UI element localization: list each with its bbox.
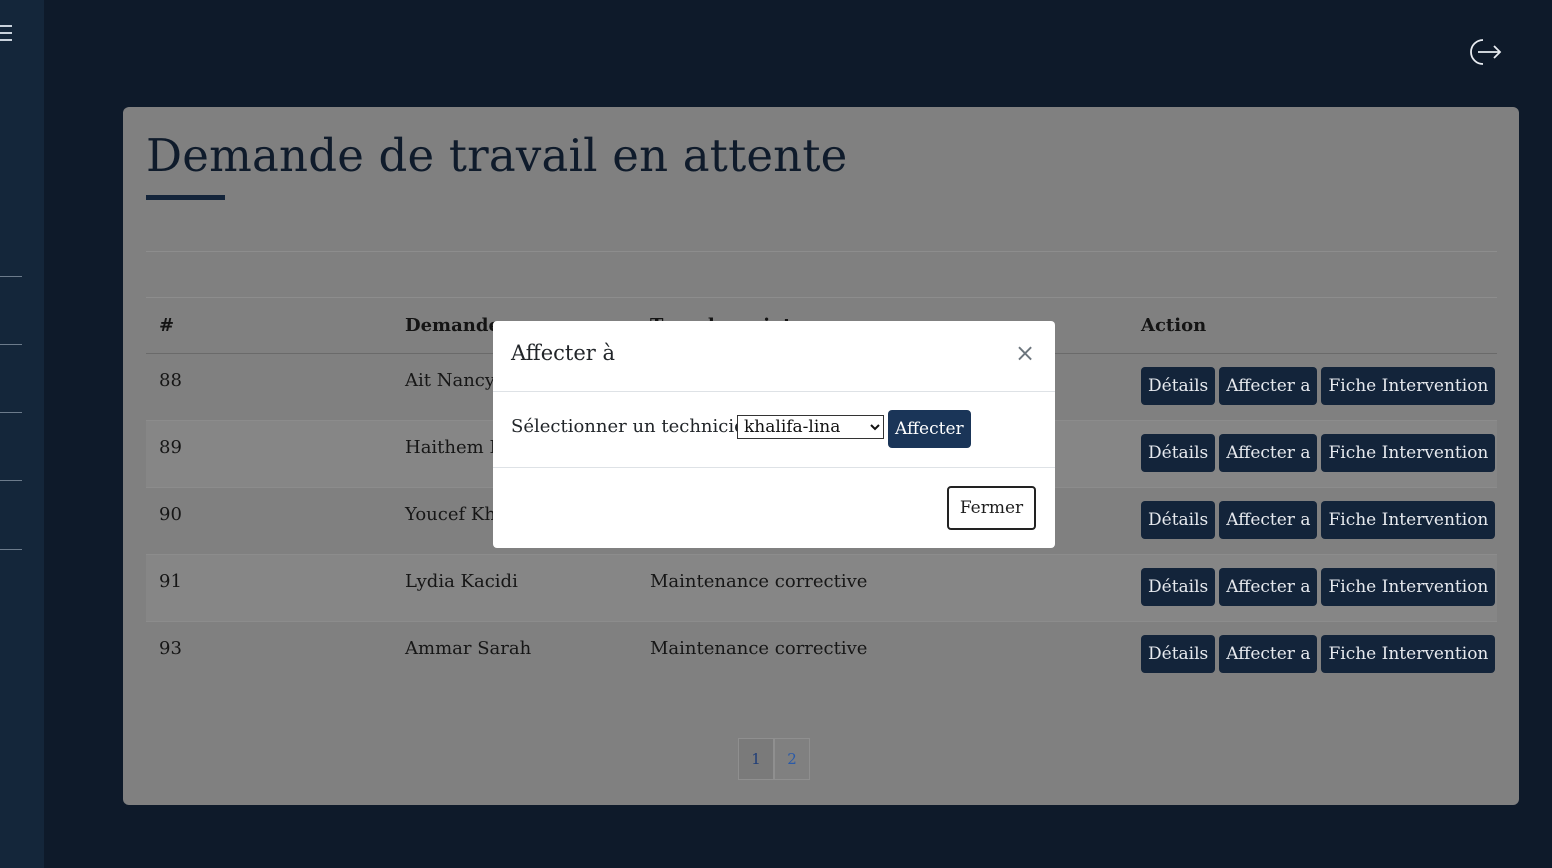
modal-title: Affecter à: [511, 341, 616, 365]
modal-body: Sélectionner un technicien : khalifa-lin…: [493, 392, 1055, 468]
technician-select-label: Sélectionner un technicien :: [511, 416, 769, 437]
modal-header: Affecter à ×: [493, 321, 1055, 392]
assign-modal: Affecter à × Sélectionner un technicien …: [493, 321, 1055, 548]
affecter-button[interactable]: Affecter: [888, 410, 971, 448]
technician-select[interactable]: khalifa-lina: [737, 415, 884, 439]
close-icon[interactable]: ×: [1015, 339, 1035, 367]
fermer-button[interactable]: Fermer: [947, 486, 1036, 530]
